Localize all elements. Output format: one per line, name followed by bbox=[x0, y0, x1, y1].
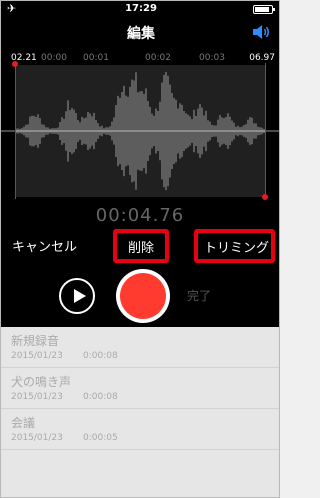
recording-date: 2015/01/23 bbox=[11, 392, 63, 402]
delete-button[interactable]: 削除 bbox=[113, 229, 169, 263]
play-button[interactable] bbox=[59, 278, 95, 314]
recording-name: 新規録音 bbox=[11, 334, 60, 348]
delete-label: 削除 bbox=[127, 241, 154, 256]
record-button[interactable] bbox=[116, 269, 170, 323]
trim-label: トリミング bbox=[204, 241, 270, 256]
speaker-icon[interactable] bbox=[251, 23, 271, 41]
recording-name: 犬の鳴き声 bbox=[11, 375, 72, 389]
trim-start-handle[interactable] bbox=[15, 63, 16, 199]
play-icon bbox=[74, 289, 86, 303]
record-icon bbox=[120, 273, 166, 319]
trim-end-handle[interactable] bbox=[265, 63, 266, 199]
ruler-tick: 00:00 bbox=[41, 53, 67, 63]
trim-end-time: 06.97 bbox=[249, 53, 275, 63]
done-button[interactable]: 完了 bbox=[187, 287, 211, 304]
recording-name: 会議 bbox=[11, 416, 36, 430]
recordings-list: 新規録音 2015/01/23 0:00:08 犬の鳴き声 2015/01/23… bbox=[1, 327, 279, 497]
recording-duration: 0:00:05 bbox=[83, 433, 118, 443]
ruler-tick: 00:01 bbox=[83, 53, 109, 63]
edit-actions: キャンセル 削除 トリミング bbox=[1, 229, 279, 263]
trim-button[interactable]: トリミング bbox=[194, 229, 275, 263]
trim-end-knob[interactable] bbox=[262, 194, 268, 200]
recording-duration: 0:00:08 bbox=[83, 351, 118, 361]
status-bar: ✈ 17:29 bbox=[1, 1, 279, 17]
status-time: 17:29 bbox=[125, 3, 157, 14]
waveform-outside bbox=[1, 130, 279, 132]
recording-date: 2015/01/23 bbox=[11, 433, 63, 443]
recording-date: 2015/01/23 bbox=[11, 351, 63, 361]
time-ruler: 02.21 00:00 00:01 00:02 00:03 06.97 bbox=[1, 49, 279, 65]
cancel-button[interactable]: キャンセル bbox=[12, 236, 77, 255]
recording-duration: 0:00:08 bbox=[83, 392, 118, 402]
list-item[interactable]: 犬の鳴き声 2015/01/23 0:00:08 bbox=[1, 368, 279, 409]
list-item[interactable]: 新規録音 2015/01/23 0:00:08 bbox=[1, 327, 279, 368]
title-bar: 編集 bbox=[1, 19, 279, 45]
page-title: 編集 bbox=[127, 26, 155, 42]
voice-memo-edit-screen: ✈ 17:29 編集 02.21 00:00 00:01 00:02 00:03… bbox=[0, 0, 280, 498]
ruler-tick: 00:02 bbox=[145, 53, 171, 63]
elapsed-time: 00:04.76 bbox=[95, 205, 185, 226]
playback-controls: 完了 bbox=[1, 267, 279, 325]
battery-icon bbox=[253, 5, 275, 14]
list-item[interactable]: 会議 2015/01/23 0:00:05 bbox=[1, 409, 279, 450]
trim-start-knob[interactable] bbox=[12, 61, 18, 67]
ruler-tick: 00:03 bbox=[199, 53, 225, 63]
